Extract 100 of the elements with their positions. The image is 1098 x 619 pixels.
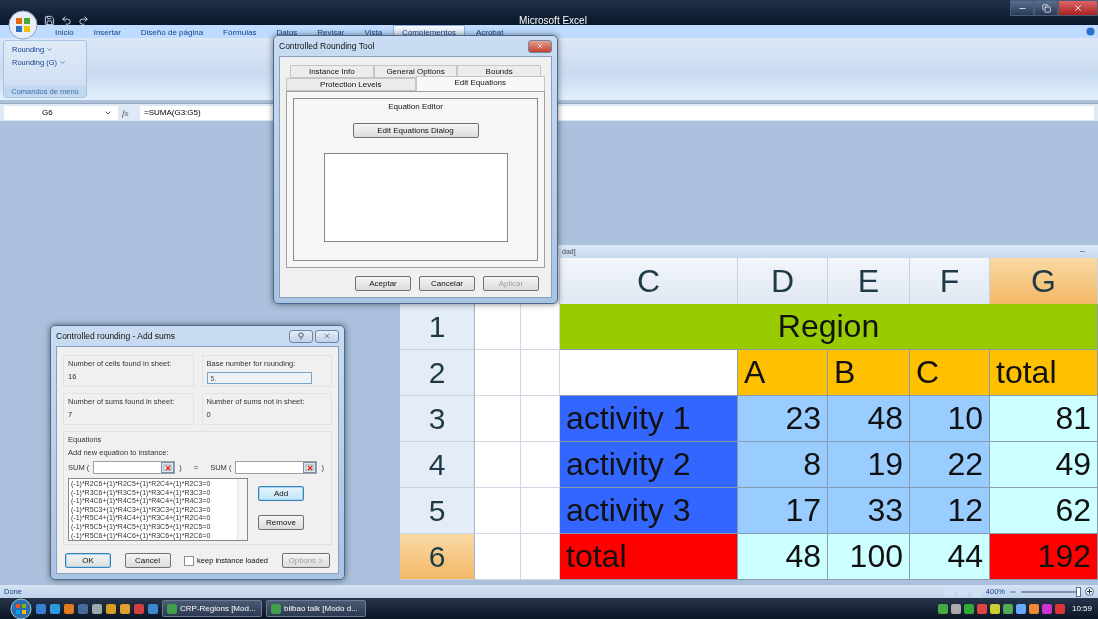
table-cell: 44 — [910, 534, 990, 580]
tray-icon[interactable] — [950, 603, 961, 614]
zoom-in-icon[interactable] — [1085, 587, 1094, 596]
close-icon — [323, 332, 331, 340]
start-button[interactable] — [10, 597, 32, 619]
help-icon[interactable] — [1086, 27, 1095, 36]
ribbon-tab[interactable]: Revisar — [308, 25, 354, 38]
app-icon[interactable] — [134, 603, 144, 614]
scroll-bar[interactable] — [237, 479, 247, 540]
dialog-button[interactable]: Cancel — [124, 553, 171, 568]
table-cell: B — [828, 350, 910, 396]
table-cell: activity 3 — [560, 488, 738, 534]
column-header[interactable]: G — [990, 258, 1098, 305]
table-cell: 19 — [828, 442, 910, 488]
input-field[interactable] — [235, 461, 318, 474]
dialog-button[interactable]: Add — [258, 486, 304, 501]
app-icon[interactable] — [78, 603, 88, 614]
column-header[interactable]: C — [560, 258, 738, 305]
help-button[interactable] — [289, 329, 313, 343]
table-cell: activity 1 — [560, 396, 738, 442]
taskbar-button[interactable]: CRP-Regions [Mod... — [162, 600, 262, 617]
table-cell: activity 2 — [560, 442, 738, 488]
clock: 10:59 — [1071, 604, 1092, 613]
list-box[interactable] — [323, 153, 508, 242]
slider-thumb[interactable] — [1076, 586, 1081, 597]
edit-equations-button[interactable]: Edit Equations Dialog — [352, 123, 479, 138]
dialog-tab[interactable]: General Options — [373, 65, 458, 78]
tray-icon[interactable] — [976, 603, 987, 614]
ribbon-tab[interactable]: Vista — [355, 25, 392, 38]
dialog-button[interactable]: Remove — [258, 515, 304, 530]
ribbon-tab[interactable]: Datos — [267, 25, 307, 38]
range-picker-icon[interactable] — [303, 462, 317, 473]
app-icon[interactable] — [92, 603, 102, 614]
tray-icon[interactable] — [1015, 603, 1026, 614]
window-title: Microsoft Excel — [519, 14, 587, 26]
minimize-icon[interactable] — [1079, 248, 1086, 255]
close-button[interactable] — [528, 39, 552, 53]
column-header[interactable]: F — [910, 258, 990, 305]
app-icon[interactable] — [36, 603, 46, 614]
close-icon — [536, 42, 544, 50]
table-cell: C — [910, 350, 990, 396]
close-icon — [1073, 3, 1083, 13]
redo-icon[interactable] — [78, 14, 89, 26]
column-header[interactable]: D — [738, 258, 828, 305]
row-header[interactable]: 1 — [400, 304, 475, 350]
row-header[interactable]: 2 — [400, 350, 475, 396]
taskbar-button[interactable]: bilbao talk [Modo d... — [266, 600, 366, 617]
dialog-button[interactable]: Aceptar — [355, 276, 411, 291]
table-cell: 49 — [990, 442, 1098, 488]
table-cell: 33 — [828, 488, 910, 534]
close-button[interactable] — [315, 329, 339, 343]
row-header[interactable]: 6 — [400, 534, 475, 580]
table-cell: 10 — [910, 396, 990, 442]
restore-icon — [1041, 3, 1051, 13]
zoom-slider[interactable] — [1021, 586, 1081, 597]
help-icon — [298, 332, 304, 340]
column-header[interactable]: E — [828, 258, 910, 305]
equation-list[interactable] — [68, 478, 248, 541]
app-icon[interactable] — [148, 603, 158, 614]
ribbon-tab[interactable]: Fórmulas — [214, 25, 266, 38]
dialog-tab[interactable]: Protection Levels — [286, 78, 416, 91]
table-cell: 12 — [910, 488, 990, 534]
tray-icon[interactable] — [937, 603, 948, 614]
tray-icon[interactable] — [963, 603, 974, 614]
tray-icon[interactable] — [1028, 603, 1039, 614]
table-cell: 17 — [738, 488, 828, 534]
dialog-button[interactable]: Cancelar — [419, 276, 475, 291]
ribbon-tab[interactable]: Insertar — [84, 25, 130, 38]
restore-button[interactable] — [1034, 0, 1058, 16]
name-box[interactable]: G6 — [4, 105, 118, 120]
row-header[interactable]: 3 — [400, 396, 475, 442]
tray-icon[interactable] — [1002, 603, 1013, 614]
undo-icon[interactable] — [61, 14, 72, 26]
group-title: Equation Editor — [388, 102, 443, 111]
dialog-button[interactable]: OK — [65, 553, 111, 568]
app-icon[interactable] — [64, 603, 74, 614]
table-cell: 22 — [910, 442, 990, 488]
app-icon[interactable] — [120, 603, 130, 614]
table-cell: total — [990, 350, 1098, 396]
table-cell: 81 — [990, 396, 1098, 442]
save-icon[interactable] — [44, 14, 55, 26]
dialog-tab[interactable]: Edit Equations — [415, 76, 545, 91]
app-icon[interactable] — [106, 603, 116, 614]
ribbon-tab[interactable]: Diseño de página — [131, 25, 213, 38]
tray-icon[interactable] — [989, 603, 1000, 614]
row-header[interactable]: 5 — [400, 488, 475, 534]
merged-cell: Region — [560, 304, 1098, 350]
range-picker-icon[interactable] — [161, 462, 175, 473]
insert-function-button[interactable]: fx — [122, 107, 136, 118]
ribbon-tab[interactable]: Inicio — [46, 25, 83, 38]
row-header[interactable]: 4 — [400, 442, 475, 488]
table-cell: 8 — [738, 442, 828, 488]
dialog-tab[interactable]: Instance Info — [290, 65, 374, 78]
table-cell: 192 — [990, 534, 1098, 580]
dialog-title: Controlled rounding - Add sums — [56, 331, 176, 341]
table-cell: 62 — [990, 488, 1098, 534]
input-field[interactable] — [93, 461, 176, 474]
app-icon[interactable] — [50, 603, 60, 614]
table-cell: 100 — [828, 534, 910, 580]
table-cell: 48 — [738, 534, 828, 580]
